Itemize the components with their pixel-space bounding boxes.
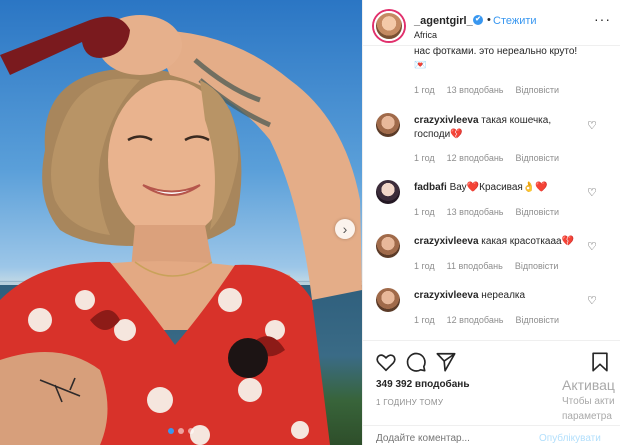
comment-time: 1 год	[414, 85, 435, 95]
comment-input[interactable]	[376, 433, 526, 444]
commenter-username[interactable]: crazyxivleeva	[414, 290, 479, 301]
comment-text: Вау❤️Красивая👌❤️	[449, 182, 548, 193]
commenter-username[interactable]: fadbafi	[414, 182, 447, 193]
carousel-dots	[0, 421, 362, 439]
post-time: 1 ГОДИНУ ТОМУ	[376, 398, 444, 407]
heart-icon[interactable]: ♡	[587, 240, 597, 253]
more-icon[interactable]: ···	[594, 11, 611, 27]
post-header: _agentgirl_ ✔ • Стежити Africa ···	[363, 0, 620, 46]
carousel-dot-active	[168, 428, 174, 434]
comment-time: 1 год	[414, 261, 435, 271]
comment-body: crazyxivleeva какая красоткааа💔	[414, 235, 589, 249]
comment-text-partial: нас фотками. это нереально круто!💌	[414, 47, 578, 71]
comment-likes[interactable]: 13 вподобань	[447, 207, 504, 217]
comments-list[interactable]: нас фотками. это нереально круто!💌 1 год…	[363, 47, 620, 337]
comment-text: какая красоткааа💔	[481, 236, 575, 247]
comment-meta-partial: 1 год 13 вподобань Відповісти	[414, 85, 571, 95]
publish-button[interactable]: Опублікувати	[539, 433, 601, 444]
comment-likes[interactable]: 12 вподобань	[447, 315, 504, 325]
verified-icon: ✔	[473, 15, 483, 25]
comment-time: 1 год	[414, 153, 435, 163]
carousel-dot	[178, 428, 184, 434]
commenter-avatar[interactable]	[376, 180, 400, 204]
add-comment-bar: Опублікувати	[363, 425, 620, 445]
comment-body: fadbafi Вау❤️Красивая👌❤️	[414, 181, 589, 195]
heart-icon[interactable]: ♡	[587, 294, 597, 307]
commenter-avatar[interactable]	[376, 288, 400, 312]
comment-time: 1 год	[414, 315, 435, 325]
author-username[interactable]: _agentgirl_	[414, 15, 473, 27]
heart-icon[interactable]: ♡	[587, 119, 597, 132]
comment-likes[interactable]: 11 вподобань	[447, 261, 503, 271]
reply-link[interactable]: Відповісти	[515, 261, 559, 271]
watermark-title: Активац	[562, 377, 615, 393]
comment-likes[interactable]: 12 вподобань	[447, 153, 504, 163]
next-photo-button[interactable]: ›	[335, 219, 355, 239]
comment-body: crazyxivleeva нереалка	[414, 289, 589, 303]
reply-link[interactable]: Відповісти	[516, 153, 560, 163]
comment-meta: 1 год 12 вподобань Відповісти	[414, 153, 571, 163]
heart-icon[interactable]: ♡	[587, 186, 597, 199]
comment-meta: 1 год 11 вподобань Відповісти	[414, 261, 570, 271]
author-avatar[interactable]	[374, 11, 404, 41]
share-icon[interactable]	[435, 351, 457, 373]
bookmark-icon[interactable]	[589, 351, 611, 373]
separator-dot: •	[487, 14, 491, 26]
comment-time: 1 год	[414, 207, 435, 217]
commenter-username[interactable]: crazyxivleeva	[414, 236, 479, 247]
commenter-avatar[interactable]	[376, 113, 400, 137]
heart-icon[interactable]	[375, 351, 397, 373]
commenter-username[interactable]: crazyxivleeva	[414, 115, 479, 126]
chevron-right-icon: ›	[342, 221, 348, 237]
post-location[interactable]: Africa	[414, 30, 437, 40]
likes-count[interactable]: 349 392 вподобань	[376, 379, 469, 390]
post-photo[interactable]: ›	[0, 0, 362, 445]
follow-button[interactable]: Стежити	[493, 15, 537, 27]
reply-link[interactable]: Відповісти	[516, 315, 560, 325]
reply-link[interactable]: Відповісти	[516, 207, 560, 217]
comment-body: crazyxivleeva такая кошечка, господи💔	[414, 114, 589, 142]
commenter-avatar[interactable]	[376, 234, 400, 258]
activation-watermark: Активац Чтобы акти параметра	[562, 377, 615, 423]
watermark-line: Чтобы акти	[562, 396, 615, 407]
comment-meta: 1 год 12 вподобань Відповісти	[414, 315, 571, 325]
carousel-dot	[188, 428, 194, 434]
comment-meta: 1 год 13 вподобань Відповісти	[414, 207, 571, 217]
comment-likes[interactable]: 13 вподобань	[447, 85, 504, 95]
reply-link[interactable]: Відповісти	[516, 85, 560, 95]
comment-text: нереалка	[481, 290, 526, 301]
selfie-illustration	[0, 15, 362, 445]
watermark-line: параметра	[562, 411, 612, 422]
comment-icon[interactable]	[405, 351, 427, 373]
